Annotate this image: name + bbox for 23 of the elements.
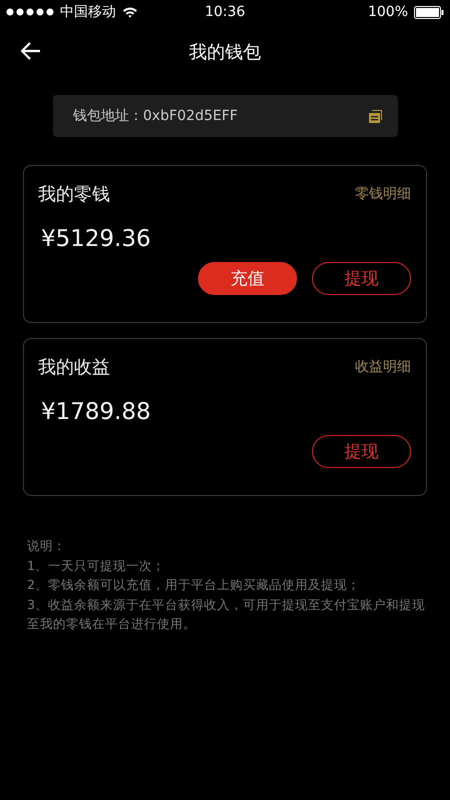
wallet-address: 钱包地址：0xbF02d5EFF: [73, 107, 238, 125]
copy-icon[interactable]: [368, 108, 383, 124]
withdraw-button[interactable]: 提现: [312, 262, 411, 295]
battery-icon: [414, 6, 444, 18]
note-text: 说明：: [27, 537, 67, 555]
details-link[interactable]: 收益明细: [355, 358, 411, 376]
details-link[interactable]: 零钱明细: [355, 185, 411, 203]
balance-amount: ¥1789.88: [41, 399, 152, 425]
recharge-button[interactable]: 充值: [198, 262, 297, 295]
clock-time: 10:36: [204, 4, 246, 20]
wifi-icon: [122, 6, 138, 18]
carrier-name: 中国移动: [60, 3, 116, 21]
balance-amount: ¥5129.36: [41, 226, 152, 252]
signal-icon: [6, 8, 54, 16]
note-text: 2、零钱余额可以充值，用于平台上购买藏品使用及提现；: [27, 576, 361, 594]
note-text: 1、一天只可提现一次；: [27, 556, 166, 574]
card-title: 我的收益: [38, 356, 110, 379]
back-arrow-icon[interactable]: [21, 42, 41, 60]
card-title: 我的零钱: [38, 183, 110, 206]
withdraw-button[interactable]: 提现: [312, 435, 411, 468]
page-title: 我的钱包: [189, 41, 261, 64]
battery-percent: 100%: [368, 4, 408, 20]
note-text: 3、收益余额来源于在平台获得收入，可用于提现至支付宝账户和提现至我的零钱在平台进行使用。: [27, 596, 426, 633]
